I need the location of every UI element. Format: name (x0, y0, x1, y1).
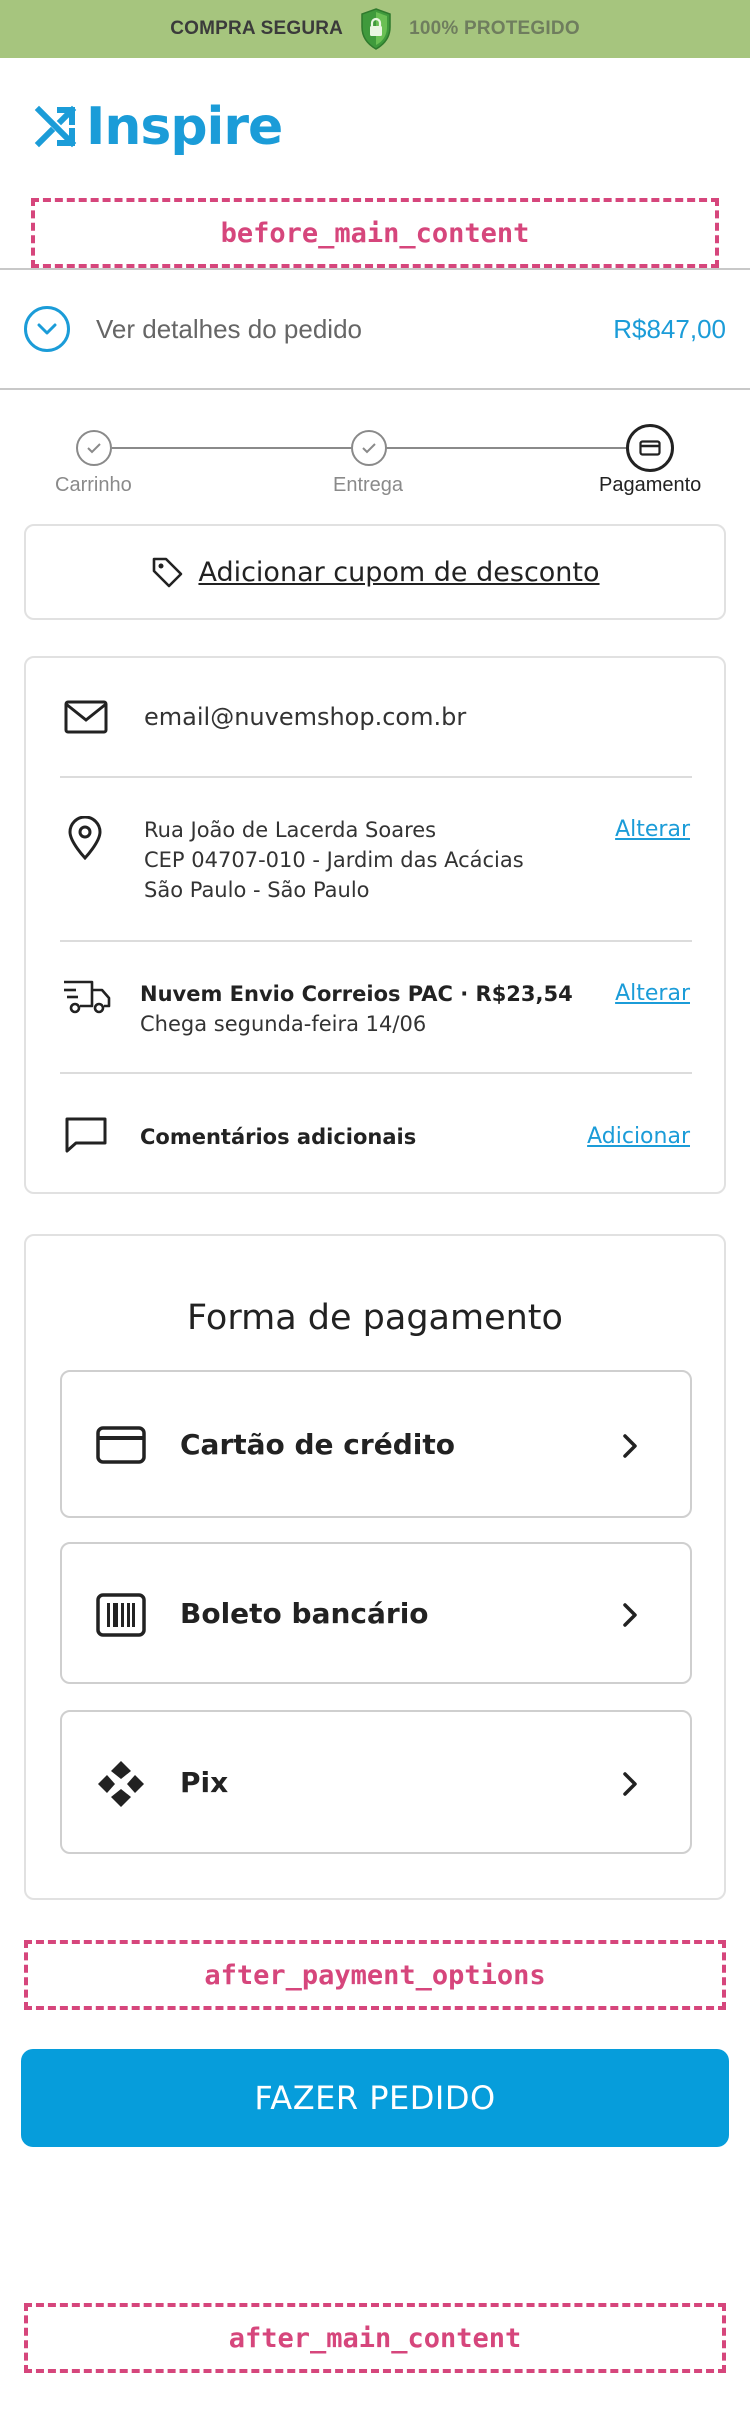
shuffle-logo-icon (34, 105, 77, 148)
protected-text: 100% PROTEGIDO (409, 18, 580, 39)
step-connector (386, 447, 626, 449)
customer-email: email@nuvemshop.com.br (144, 703, 467, 731)
delivery-truck-icon (64, 980, 111, 1014)
store-name: Inspire (86, 97, 283, 157)
slot-label: after_payment_options (204, 1959, 546, 1991)
address-line-1: Rua João de Lacerda Soares (144, 818, 437, 842)
payment-method-card: Forma de pagamento Cartão de crédito Bol… (24, 1234, 726, 1900)
secure-purchase-bar: COMPRA SEGURA 100% PROTEGIDO (0, 0, 750, 58)
location-pin-icon (68, 816, 102, 860)
divider (60, 940, 692, 942)
step-payment-current (626, 424, 674, 472)
step-connector (112, 447, 352, 449)
pix-icon (98, 1761, 144, 1807)
add-coupon-button[interactable]: Adicionar cupom de desconto (24, 524, 726, 620)
order-details-toggle[interactable]: Ver detalhes do pedido R$847,00 (0, 270, 750, 388)
secure-purchase-text: COMPRA SEGURA (170, 18, 344, 39)
add-comment-link[interactable]: Adicionar (587, 1124, 690, 1149)
slot-label: after_main_content (228, 2322, 522, 2354)
slot-label: before_main_content (220, 217, 530, 249)
after-payment-options-slot: after_payment_options (24, 1940, 726, 2010)
additional-comments-label: Comentários adicionais (140, 1125, 417, 1149)
shipping-method: Nuvem Envio Correios PAC · R$23,54 (140, 982, 573, 1006)
after-main-content-slot: after_main_content (24, 2303, 726, 2373)
customer-info-card: email@nuvemshop.com.br Rua João de Lacer… (24, 656, 726, 1194)
payment-option-boleto[interactable]: Boleto bancário (60, 1542, 692, 1684)
comment-icon (65, 1117, 107, 1153)
divider (60, 1072, 692, 1074)
chevron-right-icon (623, 1434, 637, 1458)
address-line-3: São Paulo - São Paulo (144, 878, 370, 902)
step-delivery-check[interactable] (351, 430, 387, 466)
divider (60, 776, 692, 778)
chevron-right-icon (623, 1772, 637, 1796)
before-main-content-slot: before_main_content (31, 198, 719, 268)
step-label-payment: Pagamento (599, 474, 702, 496)
address-line-2: CEP 04707-010 - Jardim das Acácias (144, 848, 524, 872)
place-order-label: FAZER PEDIDO (254, 2079, 496, 2117)
divider (0, 388, 750, 390)
barcode-icon (96, 1593, 146, 1637)
payment-option-label: Cartão de crédito (180, 1428, 455, 1461)
credit-card-icon (96, 1426, 146, 1464)
payment-title: Forma de pagamento (187, 1298, 563, 1338)
add-coupon-label: Adicionar cupom de desconto (198, 556, 600, 588)
chevron-down-icon (24, 306, 70, 352)
payment-option-pix[interactable]: Pix (60, 1710, 692, 1854)
check-icon (362, 443, 376, 454)
payment-option-label: Pix (180, 1766, 229, 1799)
shipping-eta: Chega segunda-feira 14/06 (140, 1012, 427, 1036)
step-label-delivery[interactable]: Entrega (333, 474, 403, 497)
store-logo[interactable]: Inspire (34, 97, 283, 157)
check-icon (87, 443, 101, 454)
payment-option-credit-card[interactable]: Cartão de crédito (60, 1370, 692, 1518)
step-label-cart[interactable]: Carrinho (55, 474, 132, 497)
change-shipping-link[interactable]: Alterar (615, 981, 690, 1006)
step-cart-check[interactable] (76, 430, 112, 466)
tag-icon (153, 557, 183, 588)
checkout-stepper: Carrinho Entrega Pagamento (0, 420, 750, 500)
order-details-label: Ver detalhes do pedido (96, 313, 362, 344)
place-order-button[interactable]: FAZER PEDIDO (21, 2049, 729, 2147)
order-total: R$847,00 (613, 313, 726, 344)
change-address-link[interactable]: Alterar (615, 817, 690, 842)
payment-option-label: Boleto bancário (180, 1597, 429, 1630)
chevron-right-icon (623, 1603, 637, 1627)
mail-icon (64, 700, 108, 734)
shield-lock-icon (361, 8, 391, 50)
credit-card-icon (639, 440, 661, 456)
